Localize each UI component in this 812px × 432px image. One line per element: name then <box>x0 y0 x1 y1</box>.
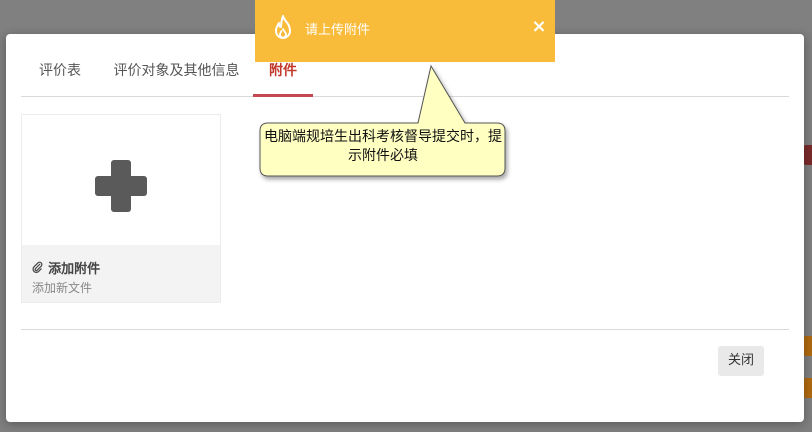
close-button[interactable]: 关闭 <box>718 346 764 376</box>
tab-evaluation-target-info[interactable]: 评价对象及其他信息 <box>109 61 244 97</box>
callout-text: 电脑端规培生出科考核督导提交时，提示附件必填 <box>264 129 502 164</box>
plus-icon <box>22 115 220 245</box>
paperclip-icon <box>32 261 47 277</box>
tab-evaluation-form[interactable]: 评价表 <box>35 61 85 97</box>
annotation-callout: 电脑端规培生出科考核督导提交时，提示附件必填 <box>250 60 520 190</box>
warning-toast: 请上传附件 × <box>255 0 555 62</box>
add-attachment-card[interactable]: 添加附件 添加新文件 <box>21 114 221 303</box>
flame-icon <box>271 14 295 42</box>
toast-close-icon[interactable]: × <box>529 16 549 38</box>
background-edge-button <box>804 145 812 165</box>
background-edge-button <box>804 336 812 356</box>
attachment-card-footer: 添加附件 添加新文件 <box>22 245 220 302</box>
add-new-file-hint: 添加新文件 <box>32 281 93 295</box>
toast-message: 请上传附件 <box>305 23 371 38</box>
footer-divider <box>21 329 789 330</box>
add-attachment-label: 添加附件 <box>32 258 100 277</box>
background-edge-button <box>804 378 812 398</box>
